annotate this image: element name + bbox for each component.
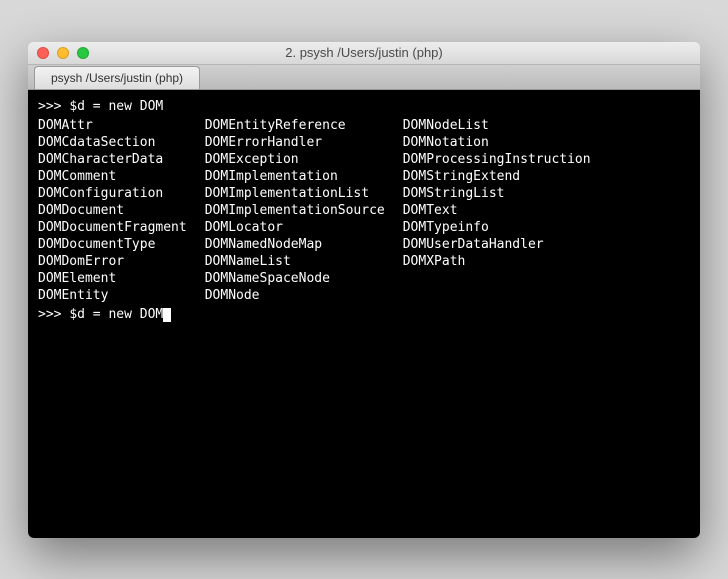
completion-item: DOMDocumentType [38, 236, 187, 253]
completion-item: DOMDomError [38, 253, 187, 270]
completion-item: DOMLocator [205, 219, 385, 236]
traffic-lights [28, 47, 89, 59]
completion-item: DOMNamedNodeMap [205, 236, 385, 253]
completion-item: DOMEntity [38, 287, 187, 304]
tab-label: psysh /Users/justin (php) [51, 71, 183, 85]
prompt-line-active: >>> $d = new DOM [38, 306, 690, 323]
completion-item: DOMUserDataHandler [403, 236, 591, 253]
completion-item: DOMDocument [38, 202, 187, 219]
terminal-content[interactable]: >>> $d = new DOM DOMAttrDOMCdataSectionD… [28, 90, 700, 538]
completion-item: DOMImplementationSource [205, 202, 385, 219]
completion-item: DOMNameList [205, 253, 385, 270]
completion-column: DOMEntityReferenceDOMErrorHandlerDOMExce… [205, 117, 385, 304]
completion-column: DOMAttrDOMCdataSectionDOMCharacterDataDO… [38, 117, 187, 304]
completion-item: DOMComment [38, 168, 187, 185]
completion-item: DOMConfiguration [38, 185, 187, 202]
completion-item: DOMProcessingInstruction [403, 151, 591, 168]
completion-item: DOMNode [205, 287, 385, 304]
completion-item: DOMCdataSection [38, 134, 187, 151]
completion-item: DOMAttr [38, 117, 187, 134]
terminal-tab[interactable]: psysh /Users/justin (php) [34, 66, 200, 89]
completion-item: DOMImplementationList [205, 185, 385, 202]
completion-item: DOMNotation [403, 134, 591, 151]
window-title: 2. psysh /Users/justin (php) [28, 45, 700, 60]
completion-item: DOMNameSpaceNode [205, 270, 385, 287]
completion-item: DOMDocumentFragment [38, 219, 187, 236]
close-icon[interactable] [37, 47, 49, 59]
zoom-icon[interactable] [77, 47, 89, 59]
completion-item: DOMEntityReference [205, 117, 385, 134]
completion-list: DOMAttrDOMCdataSectionDOMCharacterDataDO… [38, 117, 690, 304]
completion-item: DOMXPath [403, 253, 591, 270]
completion-item: DOMStringExtend [403, 168, 591, 185]
completion-item: DOMTypeinfo [403, 219, 591, 236]
terminal-window: 2. psysh /Users/justin (php) psysh /User… [28, 42, 700, 538]
completion-item: DOMNodeList [403, 117, 591, 134]
completion-item: DOMStringList [403, 185, 591, 202]
completion-item: DOMCharacterData [38, 151, 187, 168]
completion-item: DOMImplementation [205, 168, 385, 185]
completion-column: DOMNodeListDOMNotationDOMProcessingInstr… [403, 117, 591, 304]
tab-bar: psysh /Users/justin (php) [28, 65, 700, 90]
cursor-icon [163, 308, 171, 322]
prompt-line: >>> $d = new DOM [38, 98, 690, 115]
window-titlebar[interactable]: 2. psysh /Users/justin (php) [28, 42, 700, 65]
completion-item: DOMElement [38, 270, 187, 287]
completion-item: DOMErrorHandler [205, 134, 385, 151]
completion-item: DOMException [205, 151, 385, 168]
completion-item: DOMText [403, 202, 591, 219]
minimize-icon[interactable] [57, 47, 69, 59]
